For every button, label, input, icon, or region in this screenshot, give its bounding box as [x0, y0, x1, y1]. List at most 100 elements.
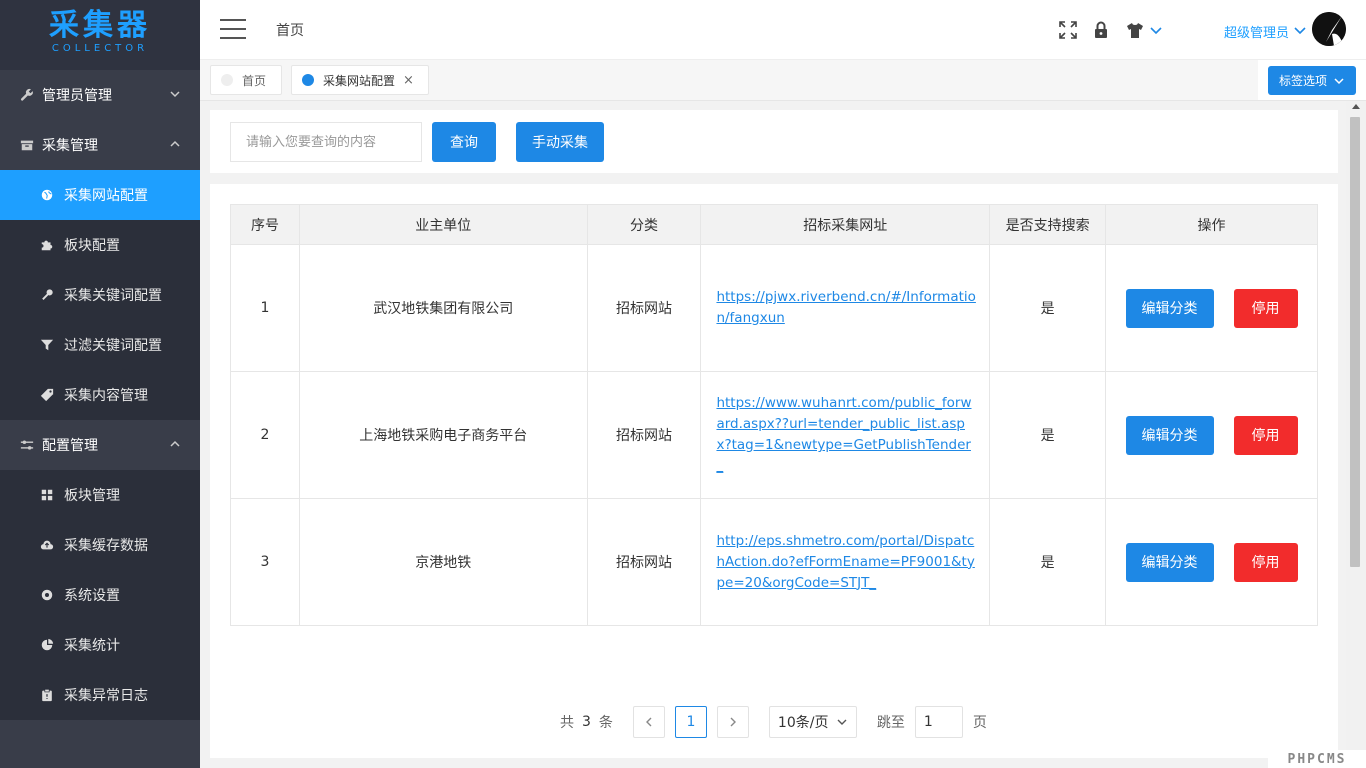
page-size-select[interactable]: 10条/页 [768, 706, 857, 738]
page-suffix: 页 [972, 715, 987, 731]
sidebar-item-statistics[interactable]: 采集统计 [0, 620, 200, 670]
cell-category: 招标网站 [586, 244, 702, 372]
chevron-right-icon [730, 717, 736, 727]
column-header: 是否支持搜索 [989, 204, 1107, 245]
cell-url: https://pjwx.riverbend.cn/#/Information/… [700, 244, 991, 372]
edit-category-button[interactable]: 编辑分类 [1125, 415, 1214, 455]
cell-owner: 京港地铁 [298, 498, 588, 626]
query-button[interactable]: 查询 [432, 122, 496, 162]
column-header: 招标采集网址 [700, 204, 991, 245]
watermark: PHPCMS [1268, 750, 1366, 768]
disable-button[interactable]: 停用 [1233, 542, 1298, 582]
table-header-row: 序号 业主单位 分类 招标采集网址 是否支持搜索 操作 [230, 204, 1318, 245]
next-page-button[interactable] [716, 706, 749, 738]
table-panel: 序号 业主单位 分类 招标采集网址 是否支持搜索 操作 1 武汉地铁集团有限公司… [210, 184, 1338, 758]
cloud-upload-icon [40, 540, 54, 550]
tag-icon [40, 388, 54, 402]
sidebar-item-block-manage[interactable]: 板块管理 [0, 470, 200, 520]
chevron-up-icon [170, 440, 180, 447]
chevron-down-icon [1334, 77, 1344, 84]
prev-page-button[interactable] [632, 706, 665, 738]
logo: 采集器 COLLECTOR [0, 0, 200, 70]
tab-site-config[interactable]: 采集网站配置 × [291, 65, 429, 95]
close-icon[interactable]: × [403, 73, 414, 88]
tab-home[interactable]: 首页 [210, 65, 282, 95]
disable-button[interactable]: 停用 [1233, 415, 1298, 455]
scroll-up-arrow[interactable] [1352, 104, 1360, 109]
jump-label: 跳至 [876, 715, 905, 731]
sidebar-item-label: 过滤关键词配置 [64, 338, 162, 354]
url-link[interactable]: https://www.wuhanrt.com/public_forward.a… [716, 395, 971, 474]
top-header: 首页 超级管理员 [200, 0, 1366, 60]
avatar[interactable] [1312, 12, 1346, 46]
key-icon [42, 289, 53, 300]
url-link[interactable]: http://eps.shmetro.com/portal/DispatchAc… [716, 533, 974, 591]
avatar-image [1312, 12, 1346, 46]
url-link[interactable]: https://pjwx.riverbend.cn/#/Information/… [716, 289, 975, 326]
user-menu[interactable]: 超级管理员 [1224, 22, 1289, 41]
pagination: 共 3 条 1 10条/页 跳至 页 [560, 706, 987, 738]
search-input[interactable] [230, 122, 422, 162]
sidebar-item-cache-data[interactable]: 采集缓存数据 [0, 520, 200, 570]
pie-chart-icon [41, 638, 54, 651]
sidebar: 采集器 COLLECTOR 管理员管理 采集管理 采集网站配置 板块配置 采集关… [0, 0, 200, 768]
page-size-value: 10条/页 [777, 715, 829, 731]
sidebar-item-keyword-config[interactable]: 采集关键词配置 [0, 270, 200, 320]
breadcrumb[interactable]: 首页 [276, 20, 304, 40]
inbox-icon [20, 140, 34, 151]
cell-search-support: 是 [989, 371, 1107, 499]
gear-icon [41, 589, 53, 601]
sidebar-item-site-config[interactable]: 采集网站配置 [0, 170, 200, 220]
tab-status-dot [302, 74, 314, 86]
sidebar-item-block-config[interactable]: 板块配置 [0, 220, 200, 270]
menu-toggle-icon[interactable] [220, 19, 246, 41]
tab-label: 首页 [242, 73, 267, 88]
sidebar-item-error-log[interactable]: 采集异常日志 [0, 670, 200, 720]
edit-category-button[interactable]: 编辑分类 [1125, 288, 1214, 328]
sidebar-item-label: 采集关键词配置 [64, 288, 162, 304]
cell-owner: 武汉地铁集团有限公司 [298, 244, 588, 372]
scroll-thumb[interactable] [1350, 117, 1360, 567]
sidebar-group-label: 采集管理 [42, 138, 98, 154]
total-suffix: 条 [598, 715, 613, 731]
cell-no: 1 [230, 244, 300, 372]
column-header: 分类 [586, 204, 702, 245]
disable-button[interactable]: 停用 [1233, 288, 1298, 328]
chevron-down-icon[interactable] [1293, 20, 1307, 40]
manual-collect-button[interactable]: 手动采集 [516, 122, 604, 162]
sidebar-item-label: 系统设置 [64, 588, 120, 604]
edit-category-button[interactable]: 编辑分类 [1125, 542, 1214, 582]
tab-options-label: 标签选项 [1278, 74, 1327, 88]
search-panel: 查询 手动采集 [210, 110, 1338, 173]
chevron-up-icon [170, 140, 180, 147]
column-header: 操作 [1105, 204, 1318, 245]
sidebar-item-system-settings[interactable]: 系统设置 [0, 570, 200, 620]
total-count: 3 [582, 714, 591, 730]
fullscreen-icon[interactable] [1058, 20, 1078, 40]
jump-page-input[interactable] [914, 706, 963, 738]
sidebar-group-collect[interactable]: 采集管理 [0, 120, 200, 170]
theme-shirt-icon[interactable] [1125, 20, 1145, 40]
cell-actions: 编辑分类 停用 [1105, 498, 1318, 626]
sidebar-item-content-manage[interactable]: 采集内容管理 [0, 370, 200, 420]
table-row: 3 京港地铁 招标网站 http://eps.shmetro.com/porta… [230, 498, 1318, 626]
sidebar-item-filter-keyword[interactable]: 过滤关键词配置 [0, 320, 200, 370]
lock-icon[interactable] [1091, 20, 1111, 40]
page-number[interactable]: 1 [674, 706, 707, 738]
cell-actions: 编辑分类 停用 [1105, 244, 1318, 372]
sidebar-group-admin[interactable]: 管理员管理 [0, 70, 200, 120]
sidebar-item-label: 板块管理 [64, 488, 120, 504]
chevron-down-icon[interactable] [1149, 20, 1163, 40]
sidebar-group-label: 配置管理 [42, 438, 98, 454]
cell-url: https://www.wuhanrt.com/public_forward.a… [700, 371, 991, 499]
column-header: 业主单位 [298, 204, 588, 245]
globe-icon [41, 189, 53, 201]
tab-options-button[interactable]: 标签选项 [1268, 66, 1356, 95]
page-scrollbar[interactable] [1346, 101, 1366, 768]
tabs-bar: 首页 采集网站配置 × 标签选项 [200, 60, 1366, 101]
sidebar-item-label: 板块配置 [64, 238, 120, 254]
sidebar-group-config[interactable]: 配置管理 [0, 420, 200, 470]
tab-status-dot [221, 74, 233, 86]
clipboard-icon [42, 688, 52, 702]
tab-options-wrap: 标签选项 [1258, 60, 1366, 100]
